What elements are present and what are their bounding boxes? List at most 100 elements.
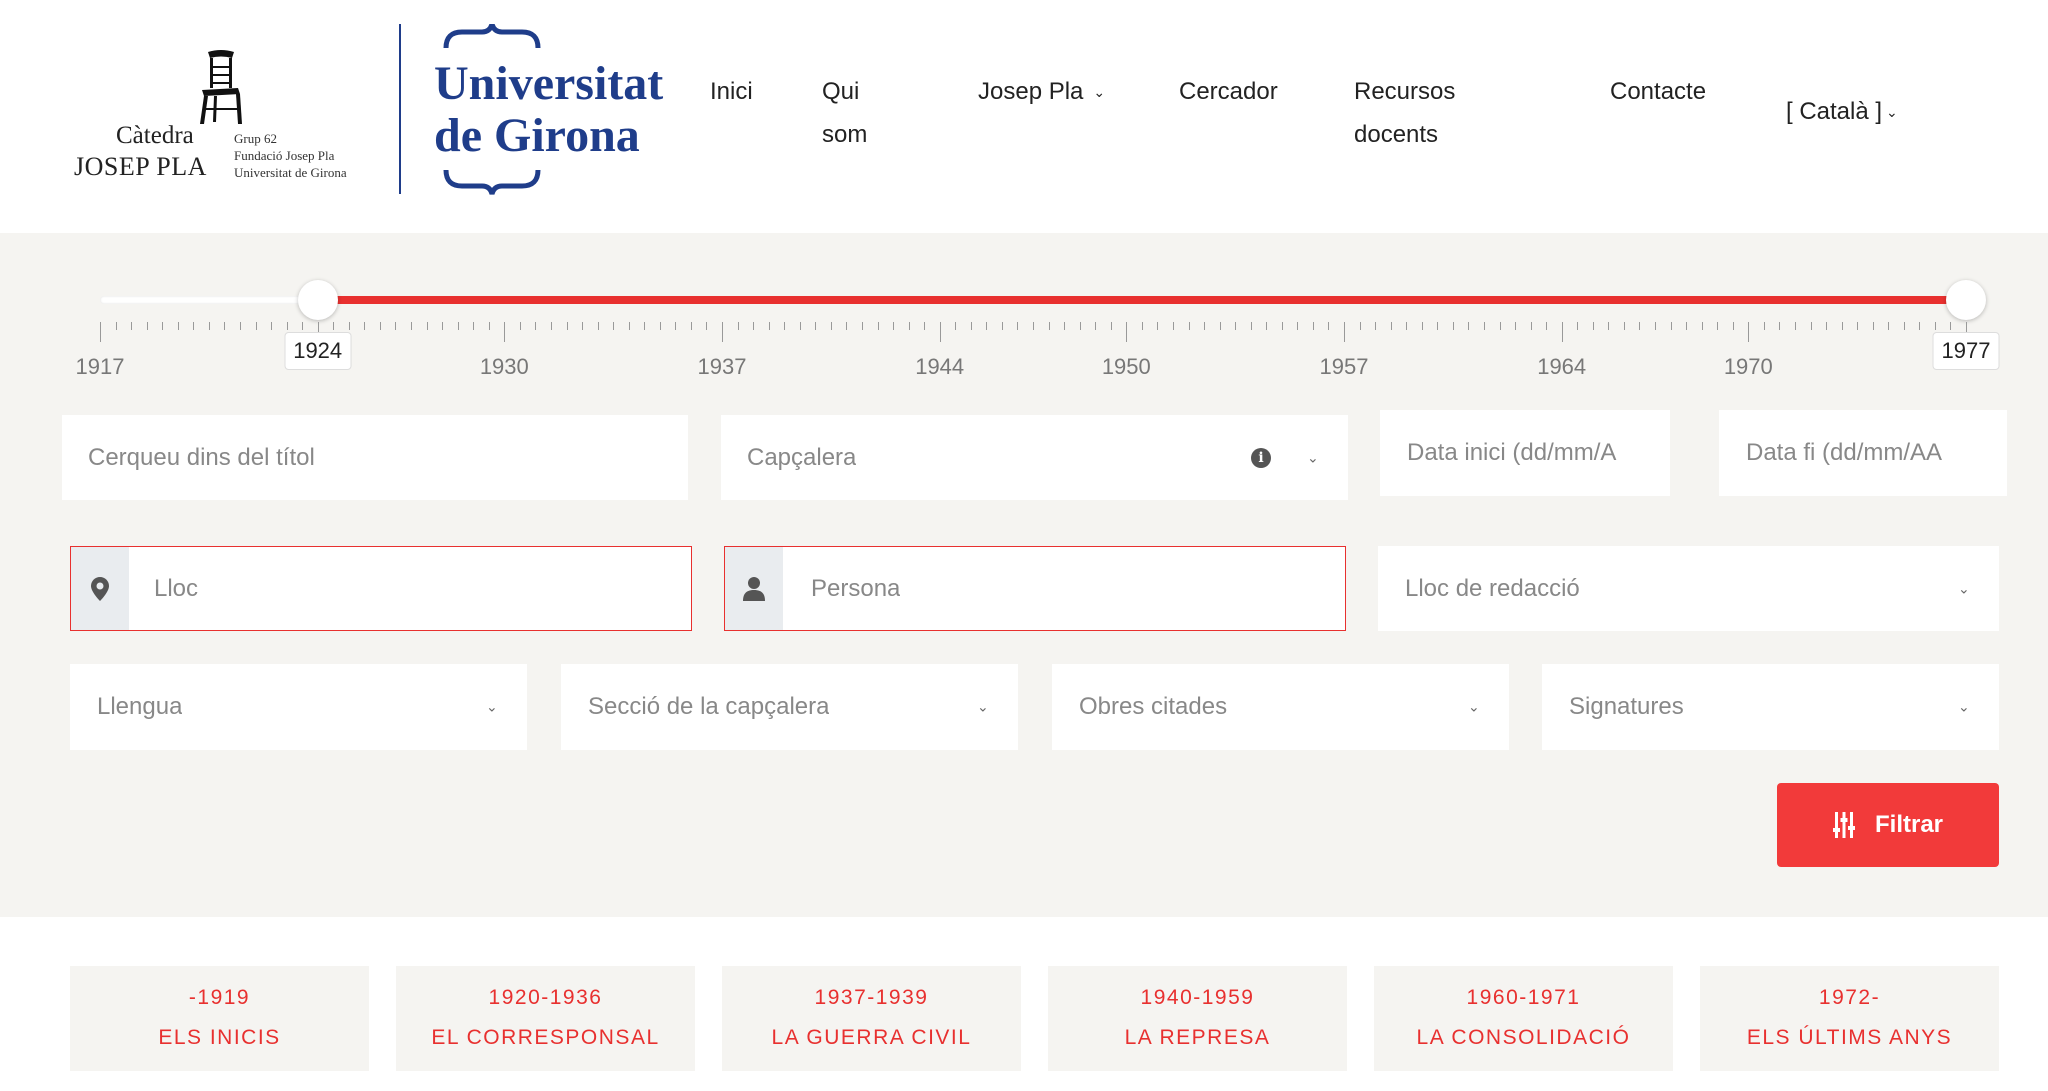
language-select[interactable]: Llengua ⌄: [70, 664, 527, 750]
period-years: -1919: [188, 986, 251, 1009]
section-select[interactable]: Secció de la capçalera ⌄: [561, 664, 1018, 750]
slider-tick: [1857, 322, 1859, 330]
udg-bottom-bracket-icon: [443, 169, 541, 195]
period-tab-la-consolidacio[interactable]: 1960-1971 LA CONSOLIDACIÓ: [1374, 966, 1673, 1071]
slider-tick: [364, 322, 366, 330]
period-tab-la-guerra-civil[interactable]: 1937-1939 LA GUERRA CIVIL: [722, 966, 1021, 1071]
period-name: LA GUERRA CIVIL: [771, 1026, 972, 1049]
slider-tick: [395, 322, 397, 330]
works-cited-select[interactable]: Obres citades ⌄: [1052, 664, 1509, 750]
slider-tick: [1888, 322, 1890, 330]
period-years: 1972-: [1818, 986, 1881, 1009]
language-label: [ Català ]: [1786, 98, 1883, 125]
slider-tick: [255, 322, 257, 330]
slider-start-value: 1924: [284, 332, 352, 370]
chevron-down-icon: ⌄: [1958, 580, 1970, 596]
works-cited-placeholder: Obres citades: [1079, 693, 1228, 720]
filter-button[interactable]: Filtrar: [1777, 783, 1999, 867]
period-years: 1960-1971: [1466, 986, 1581, 1009]
period-tab-els-ultims-anys[interactable]: 1972- ELS ÚLTIMS ANYS: [1700, 966, 1999, 1071]
slider-tick: [1826, 322, 1828, 330]
slider-tick: [628, 322, 630, 330]
slider-major-tick: [1561, 322, 1563, 342]
slider-tick: [1810, 322, 1812, 330]
site-header: Càtedra JOSEP PLA Grup 62 Fundació Josep…: [0, 0, 2048, 233]
slider-tick: [1390, 322, 1392, 330]
slider-tick: [271, 322, 273, 330]
place-prefix: [71, 547, 129, 630]
slider-tick: [566, 322, 568, 330]
slider-tick: [1281, 322, 1283, 330]
period-tab-el-corresponsal[interactable]: 1920-1936 EL CORRESPONSAL: [396, 966, 695, 1071]
slider-tick: [146, 322, 148, 330]
nav-qui-som[interactable]: Qui som: [822, 70, 867, 156]
slider-tick: [1110, 322, 1112, 330]
catedra-title: Càtedra: [116, 122, 194, 149]
date-start-input[interactable]: Data inici (dd/mm/A: [1380, 410, 1670, 496]
slider-tick: [519, 322, 521, 330]
slider-tick: [550, 322, 552, 330]
slider-tick: [1452, 322, 1454, 330]
writing-place-select[interactable]: Lloc de redacció ⌄: [1378, 546, 1999, 631]
period-tab-els-inicis[interactable]: -1919 ELS INICIS: [70, 966, 369, 1071]
nav-inici[interactable]: Inici: [710, 70, 753, 113]
slider-tick: [1919, 322, 1921, 330]
slider-tick: [1157, 322, 1159, 330]
slider-tick: [224, 322, 226, 330]
slider-tick: [1872, 322, 1874, 330]
info-icon[interactable]: i: [1251, 447, 1271, 468]
nav-josep-pla[interactable]: Josep Pla ⌄: [978, 70, 1105, 114]
slider-tick: [1219, 322, 1221, 330]
header-select[interactable]: Capçalera i ⌄: [721, 415, 1348, 500]
slider-tick: [846, 322, 848, 330]
slider-tick: [426, 322, 428, 330]
slider-major-tick: [1126, 322, 1128, 342]
slider-tick: [1188, 322, 1190, 330]
person-input[interactable]: Persona: [724, 546, 1346, 631]
date-end-input[interactable]: Data fi (dd/mm/AA: [1719, 410, 2007, 496]
slider-major-tick: [939, 322, 941, 342]
chevron-down-icon: ⌄: [1468, 698, 1480, 715]
slider-tick-label: 1957: [1319, 354, 1369, 379]
nav-cercador-label: Cercador: [1179, 78, 1278, 105]
slider-tick: [955, 322, 957, 330]
title-search-input[interactable]: Cerqueu dins del títol: [62, 415, 688, 500]
nav-cercador[interactable]: Cercador: [1179, 70, 1278, 113]
chevron-down-icon: ⌄: [1307, 449, 1319, 465]
place-placeholder: Lloc: [154, 574, 199, 602]
section-select-placeholder: Secció de la capçalera: [588, 693, 830, 720]
slider-tick: [1686, 322, 1688, 330]
universitat-girona-logo[interactable]: Universitat de Girona: [432, 24, 682, 195]
nav-contacte[interactable]: Contacte: [1610, 70, 1706, 113]
slider-tick: [1546, 322, 1548, 330]
language-selector[interactable]: [ Català ] ⌄: [1786, 90, 1898, 134]
slider-tick: [830, 322, 832, 330]
language-select-placeholder: Llengua: [97, 693, 183, 720]
slider-tick: [1530, 322, 1532, 330]
slider-tick: [379, 322, 381, 330]
slider-tick: [1204, 322, 1206, 330]
slider-thumb-end[interactable]: [1946, 280, 1986, 320]
slider-tick: [861, 322, 863, 330]
slider-tick-label: 1970: [1723, 354, 1773, 379]
nav-qui-som-line2: som: [822, 121, 868, 148]
slider-tick: [457, 322, 459, 330]
slider-tick-label: 1917: [75, 354, 125, 379]
year-range-slider[interactable]: [100, 280, 1986, 320]
catedra-josep-pla-logo[interactable]: Càtedra JOSEP PLA Grup 62 Fundació Josep…: [70, 50, 380, 200]
udg-top-bracket-icon: [443, 24, 541, 49]
signatures-placeholder: Signatures: [1569, 693, 1684, 720]
slider-tick: [1359, 322, 1361, 330]
slider-tick: [1639, 322, 1641, 330]
slider-tick: [1515, 322, 1517, 330]
period-tab-la-represa[interactable]: 1940-1959 LA REPRESA: [1048, 966, 1347, 1071]
slider-thumb-start[interactable]: [297, 280, 338, 320]
slider-tick: [1172, 322, 1174, 330]
slider-tick: [1592, 322, 1594, 330]
map-marker-icon: [91, 577, 109, 601]
place-input[interactable]: Lloc: [70, 546, 692, 631]
slider-tick: [1375, 322, 1377, 330]
signatures-select[interactable]: Signatures ⌄: [1542, 664, 1999, 750]
nav-recursos-docents[interactable]: Recursos docents: [1354, 70, 1455, 156]
slider-tick: [1421, 322, 1423, 330]
